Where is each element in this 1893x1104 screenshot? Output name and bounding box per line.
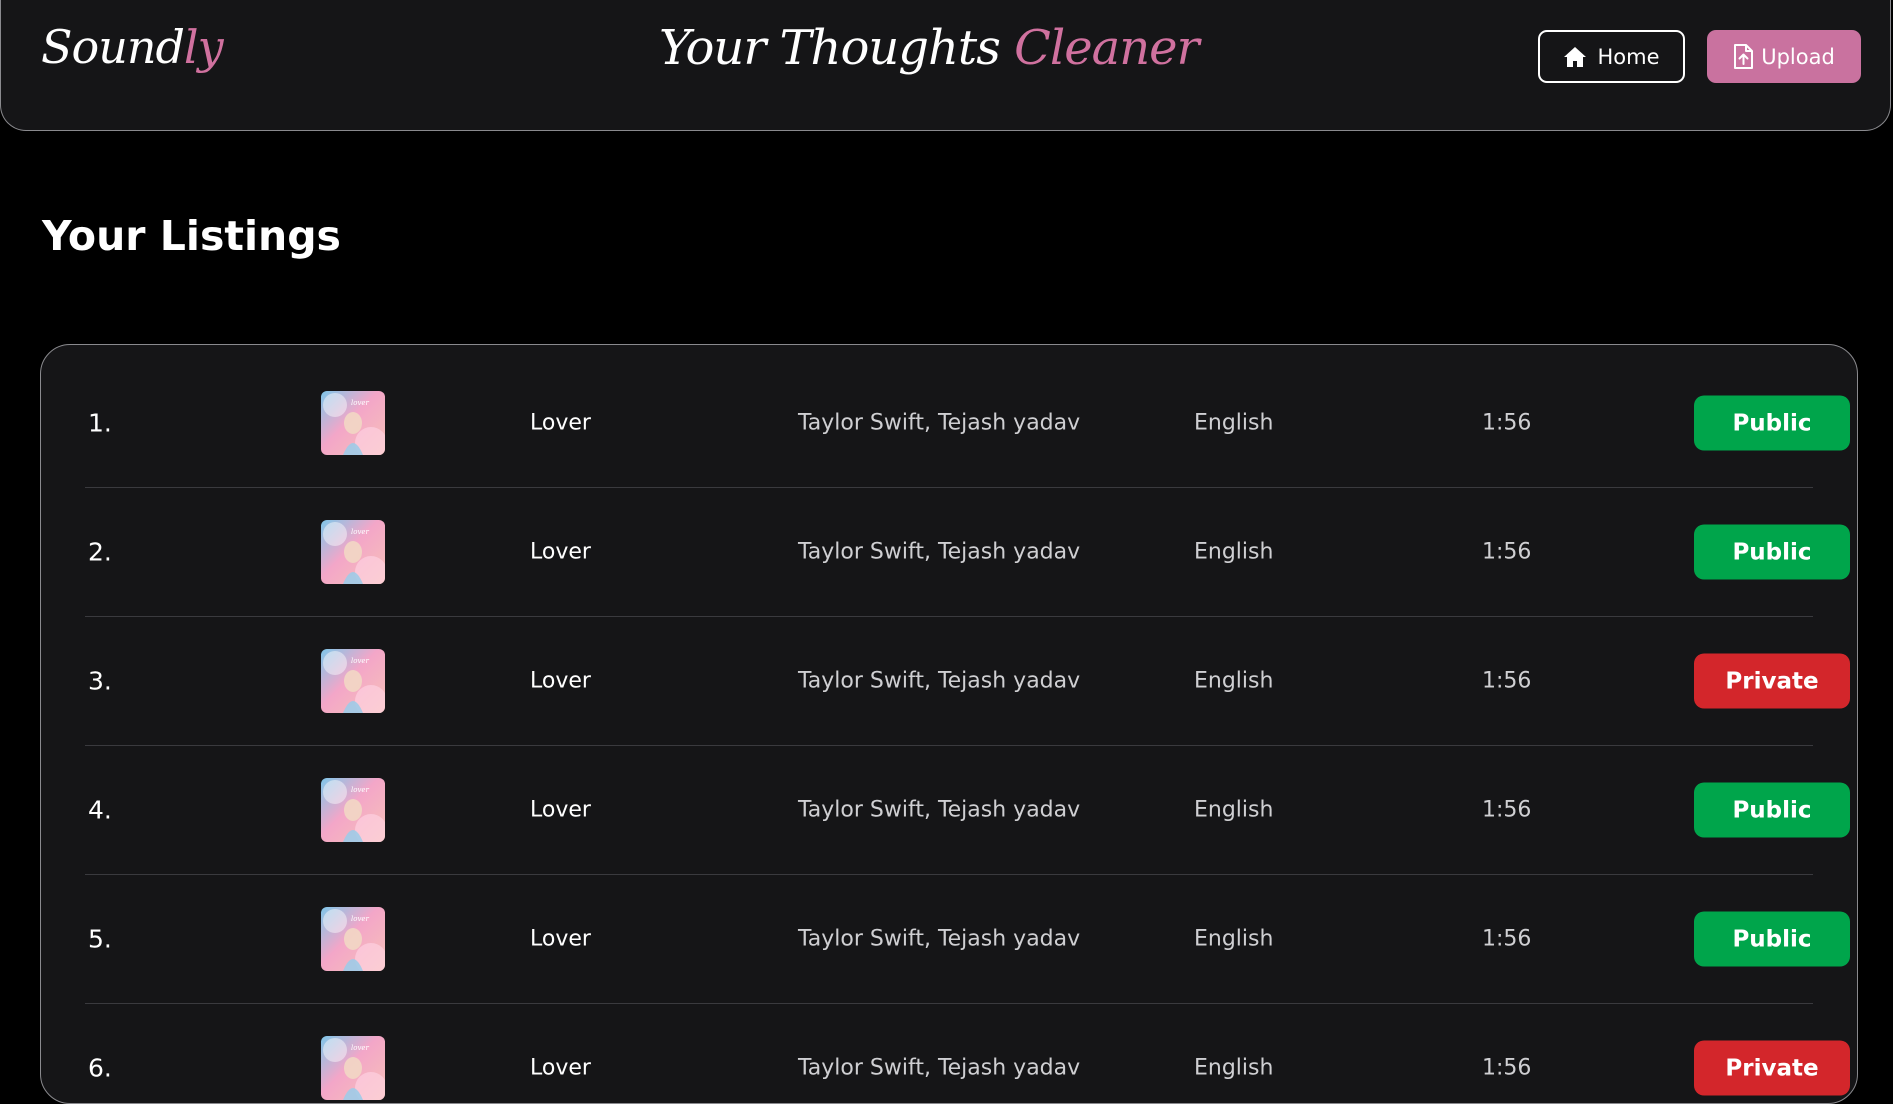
album-art-thumbnail: lover (321, 520, 385, 584)
svg-text:lover: lover (351, 528, 370, 536)
upload-button-label: Upload (1761, 44, 1835, 69)
svg-text:lover: lover (351, 915, 370, 923)
home-button-label: Home (1597, 44, 1660, 69)
song-artists: Taylor Swift, Tejash yadav (798, 1055, 1081, 1081)
home-icon (1563, 46, 1587, 68)
svg-text:lover: lover (351, 1044, 370, 1052)
song-duration: 1:56 (1482, 797, 1532, 823)
visibility-status-button[interactable]: Private (1694, 653, 1850, 709)
album-art-thumbnail: lover (321, 907, 385, 971)
song-language: English (1194, 926, 1274, 952)
song-artists: Taylor Swift, Tejash yadav (798, 410, 1081, 436)
song-language: English (1194, 410, 1274, 436)
svg-text:lover: lover (351, 786, 370, 794)
song-title: Lover (530, 539, 591, 565)
song-title: Lover (530, 797, 591, 823)
song-artists: Taylor Swift, Tejash yadav (798, 797, 1081, 823)
listing-row[interactable]: 2. lover Lover Taylor Swift, Tejash yada… (85, 488, 1850, 617)
visibility-status-button[interactable]: Private (1694, 1040, 1850, 1096)
visibility-status-button[interactable]: Public (1694, 782, 1850, 838)
song-duration: 1:56 (1482, 668, 1532, 694)
listing-row[interactable]: 3. lover Lover Taylor Swift, Tejash yada… (85, 617, 1850, 746)
album-art-thumbnail: lover (321, 778, 385, 842)
visibility-status-button[interactable]: Public (1694, 395, 1850, 451)
song-duration: 1:56 (1482, 539, 1532, 565)
album-art-thumbnail: lover (321, 391, 385, 455)
svg-text:lover: lover (351, 399, 370, 407)
song-language: English (1194, 1055, 1274, 1081)
song-duration: 1:56 (1482, 1055, 1532, 1081)
row-number: 3. (88, 666, 112, 696)
page-title: Your Listings (42, 212, 341, 260)
listing-row[interactable]: 4. lover Lover Taylor Swift, Tejash yada… (85, 746, 1850, 875)
svg-text:lover: lover (351, 657, 370, 665)
tagline-accent-text: Cleaner (1014, 20, 1199, 76)
album-art-thumbnail: lover (321, 1036, 385, 1100)
song-title: Lover (530, 410, 591, 436)
song-language: English (1194, 539, 1274, 565)
song-artists: Taylor Swift, Tejash yadav (798, 926, 1081, 952)
tagline-text: Your Thoughts (659, 20, 1001, 76)
listing-row[interactable]: 1. lover Lover Taylor Swift, Tejash yada… (85, 359, 1850, 488)
row-number: 4. (88, 795, 112, 825)
listings-table: 1. lover Lover Taylor Swift, Tejash yada… (40, 344, 1858, 1104)
row-number: 2. (88, 537, 112, 567)
song-artists: Taylor Swift, Tejash yadav (798, 539, 1081, 565)
album-art-thumbnail: lover (321, 649, 385, 713)
row-number: 6. (88, 1053, 112, 1083)
song-title: Lover (530, 1055, 591, 1081)
song-title: Lover (530, 668, 591, 694)
home-button[interactable]: Home (1538, 30, 1685, 83)
file-upload-icon (1733, 44, 1754, 69)
app-logo[interactable]: Soundly (41, 20, 224, 74)
visibility-status-button[interactable]: Public (1694, 911, 1850, 967)
visibility-status-button[interactable]: Public (1694, 524, 1850, 580)
listing-row[interactable]: 6. lover Lover Taylor Swift, Tejash yada… (85, 1004, 1850, 1103)
song-language: English (1194, 797, 1274, 823)
song-duration: 1:56 (1482, 926, 1532, 952)
row-number: 1. (88, 408, 112, 438)
song-duration: 1:56 (1482, 410, 1532, 436)
top-navbar: Soundly Your Thoughts Cleaner Home Uploa… (0, 0, 1891, 131)
logo-accent-text: ly (183, 20, 224, 74)
song-title: Lover (530, 926, 591, 952)
song-artists: Taylor Swift, Tejash yadav (798, 668, 1081, 694)
listing-row[interactable]: 5. lover Lover Taylor Swift, Tejash yada… (85, 875, 1850, 1004)
app-tagline: Your Thoughts Cleaner (659, 20, 1199, 76)
upload-button[interactable]: Upload (1707, 30, 1861, 83)
row-number: 5. (88, 924, 112, 954)
logo-text: Sound (41, 20, 185, 74)
song-language: English (1194, 668, 1274, 694)
